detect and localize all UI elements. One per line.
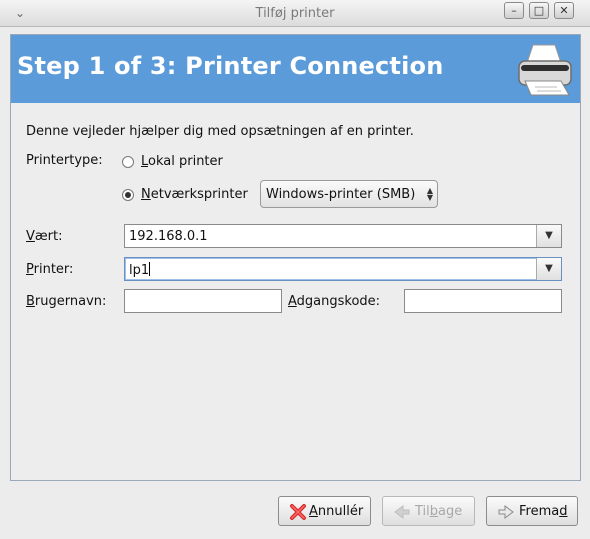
protocol-select[interactable]: Windows-printer (SMB) ▲ ▼ (260, 180, 438, 208)
text-cursor (149, 262, 151, 276)
updown-chevron-icon: ▲ ▼ (426, 186, 433, 202)
wizard-banner: Step 1 of 3: Printer Connection (11, 35, 580, 103)
cancel-button[interactable]: Annullér (278, 496, 371, 526)
back-button[interactable]: Tilbage (382, 496, 475, 526)
chevron-down-icon[interactable]: ▼ (536, 225, 561, 247)
chevron-down-icon[interactable]: ▼ (536, 258, 561, 280)
local-printer-label[interactable]: Lokal printer (141, 154, 223, 169)
username-input[interactable] (124, 289, 282, 313)
window-title: Tilføj printer (255, 6, 335, 21)
window-titlebar[interactable]: ⌄ Tilføj printer – □ ✕ (0, 0, 590, 27)
network-printer-label[interactable]: Netværksprinter (141, 187, 248, 202)
back-arrow-icon (394, 505, 410, 519)
host-value[interactable]: 192.168.0.1 (129, 229, 208, 244)
maximize-button[interactable]: □ (529, 2, 549, 19)
forward-arrow-icon (498, 505, 514, 519)
printer-label: Printer: (26, 262, 74, 277)
printer-icon (518, 44, 572, 96)
password-label: Adgangskode: (288, 294, 381, 309)
cancel-label: Annullér (309, 504, 364, 519)
local-printer-radio[interactable] (122, 156, 134, 168)
printertype-label: Printertype: (26, 153, 103, 168)
banner-title: Step 1 of 3: Printer Connection (17, 52, 444, 80)
password-input[interactable] (404, 289, 562, 313)
host-combo[interactable]: 192.168.0.1 ▼ (124, 224, 562, 248)
username-label: Brugernavn: (26, 294, 107, 309)
close-button[interactable]: ✕ (554, 2, 574, 19)
network-printer-radio[interactable] (122, 189, 134, 201)
cancel-x-icon (290, 504, 306, 520)
minimize-button[interactable]: – (504, 2, 524, 19)
back-label: Tilbage (415, 504, 463, 519)
protocol-select-value: Windows-printer (SMB) (266, 187, 416, 202)
host-label: Vært: (26, 229, 63, 244)
forward-label: Fremad (519, 504, 568, 519)
printer-combo[interactable]: lp1 ▼ (124, 257, 562, 281)
printer-value[interactable]: lp1 (129, 262, 151, 278)
intro-text: Denne vejleder hjælper dig med opsætning… (26, 124, 414, 139)
forward-button[interactable]: Fremad (486, 496, 578, 526)
